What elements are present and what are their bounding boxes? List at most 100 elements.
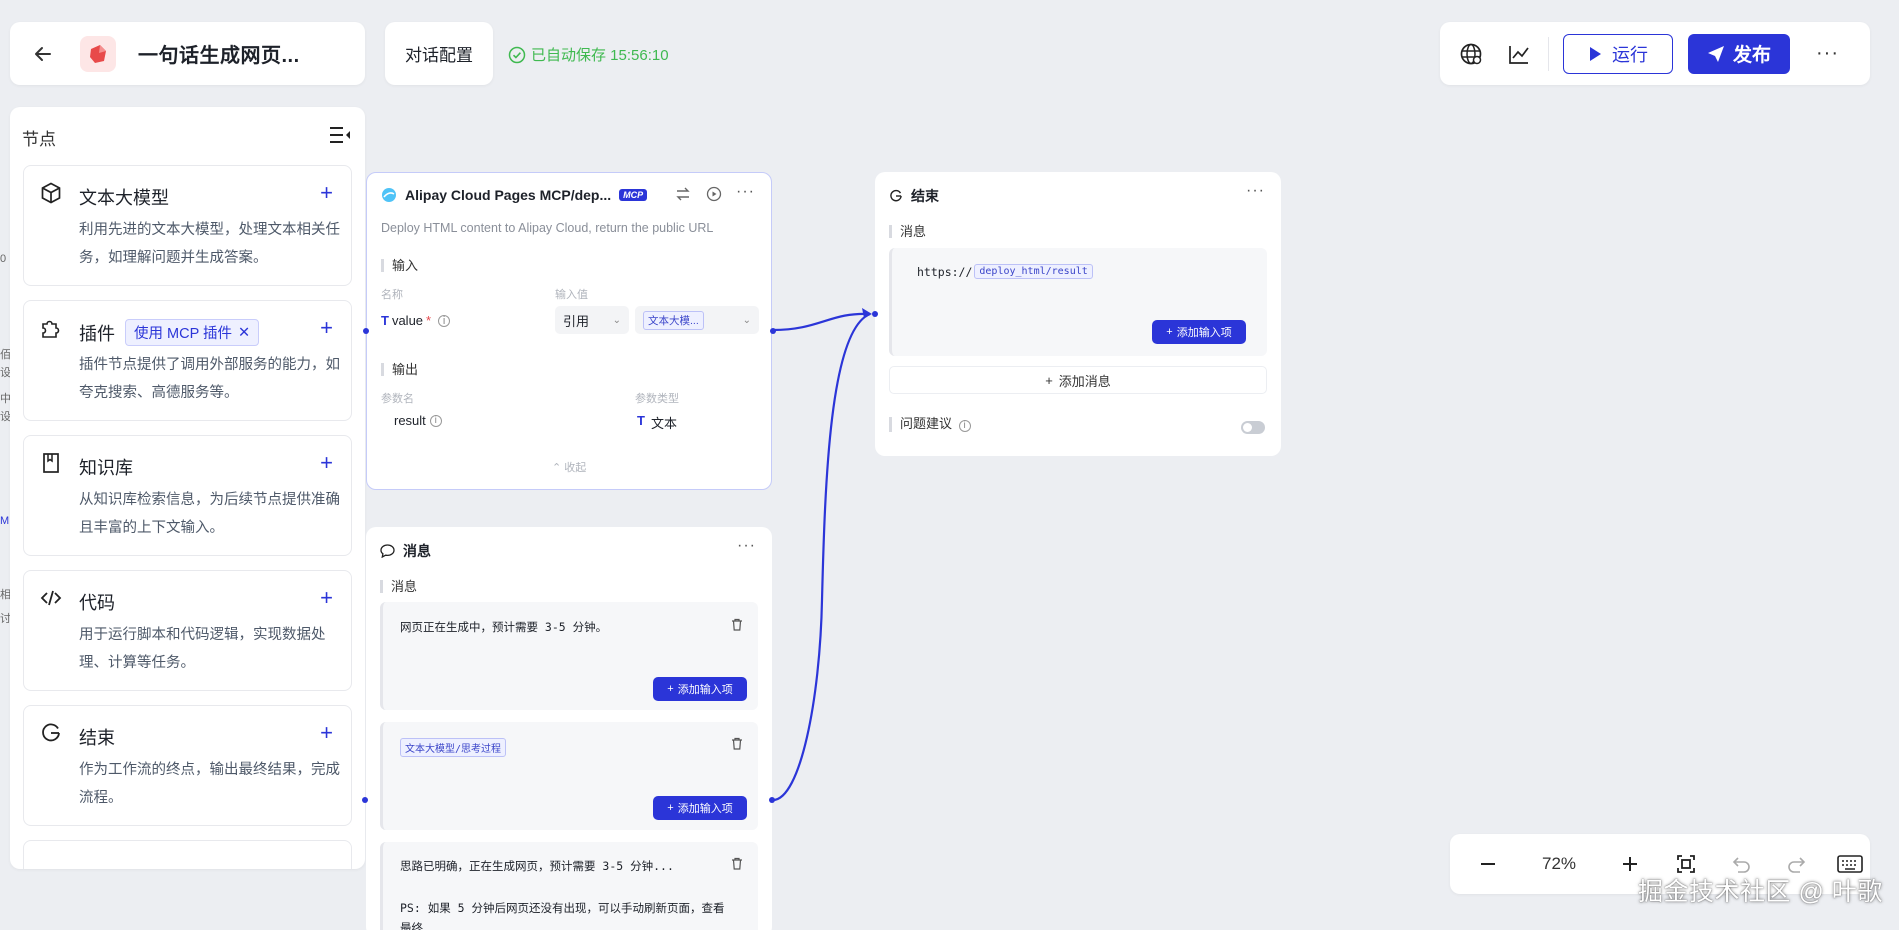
- input-port[interactable]: [362, 797, 368, 803]
- suggest-toggle[interactable]: [1241, 421, 1265, 434]
- node-more-menu[interactable]: ···: [737, 537, 756, 555]
- puzzle-icon: [40, 317, 64, 341]
- input-port[interactable]: [363, 328, 369, 334]
- sidebar-node-end[interactable]: 结束 + 作为工作流的终点，输出最终结果，完成流程。: [23, 705, 352, 826]
- output-type: T 文本: [637, 413, 677, 432]
- node-title: 结束: [79, 728, 115, 748]
- run-button[interactable]: 运行: [1563, 33, 1673, 74]
- node-description: Deploy HTML content to Alipay Cloud, ret…: [381, 221, 714, 235]
- output-type-value: 文本: [650, 416, 677, 431]
- sidebar-node-knowledge[interactable]: 知识库 + 从知识库检索信息，为后续节点提供准确且丰富的上下文输入。: [23, 435, 352, 556]
- input-port[interactable]: [872, 311, 878, 317]
- run-label: 运行: [1612, 44, 1648, 65]
- info-icon[interactable]: i: [429, 414, 442, 427]
- output-section-label: 输出: [381, 363, 418, 376]
- mcp-plugin-node[interactable]: Alipay Cloud Pages MCP/dep... MCP ··· De…: [363, 172, 776, 490]
- autosave-status: 已自动保存 15:56:10: [508, 44, 669, 65]
- trend-chart-icon[interactable]: [1502, 37, 1536, 71]
- check-circle-icon: [508, 46, 526, 63]
- add-input-button[interactable]: + 添加输入项: [653, 677, 747, 701]
- info-icon[interactable]: i: [438, 314, 451, 327]
- alipay-cloud-icon: [382, 188, 396, 202]
- add-input-button[interactable]: + 添加输入项: [653, 796, 747, 820]
- add-input-label: 添加输入项: [677, 803, 733, 815]
- cube-icon: [40, 182, 64, 206]
- plus-icon: +: [1045, 372, 1053, 388]
- more-menu-button[interactable]: ···: [1816, 42, 1839, 65]
- message-editor[interactable]: 思路已明确，正在生成网页，预计需要 3-5 分钟... PS: 如果 5 分钟后…: [380, 842, 758, 930]
- fragment-text: M: [0, 515, 10, 527]
- message-editor[interactable]: https:// deploy_html/result + 添加输入项: [889, 248, 1267, 356]
- plus-icon: +: [1166, 326, 1173, 338]
- variable-tag: deploy_html/result: [974, 264, 1093, 279]
- end-node[interactable]: 结束 ··· 消息 https:// deploy_html/result + …: [872, 172, 1281, 456]
- col-param-name-label: 参数名: [381, 393, 414, 405]
- info-icon[interactable]: i: [958, 419, 971, 432]
- node-header: 结束: [889, 186, 939, 206]
- sidebar-node-plugin[interactable]: 插件 使用 MCP 插件 ✕ + 插件节点提供了调用外部服务的能力，如夸克搜索、…: [23, 300, 352, 421]
- close-icon[interactable]: ✕: [238, 325, 250, 341]
- output-port[interactable]: [770, 328, 776, 334]
- add-node-button[interactable]: +: [320, 585, 333, 611]
- sidebar-node-code[interactable]: 代码 + 用于运行脚本和代码逻辑，实现数据处理、计算等任务。: [23, 570, 352, 691]
- add-node-button[interactable]: +: [320, 720, 333, 746]
- node-desc: 作为工作流的终点，输出最终结果，完成流程。: [79, 762, 340, 806]
- chevron-up-icon: ⌃: [552, 462, 562, 474]
- collapse-sidebar-icon[interactable]: [329, 126, 351, 149]
- trash-icon[interactable]: [731, 857, 745, 871]
- trash-icon[interactable]: [731, 618, 745, 632]
- message-section-label: 消息: [380, 580, 417, 593]
- output-row: result i: [394, 413, 442, 428]
- node-header: 消息: [380, 541, 431, 561]
- mcp-plugin-tag[interactable]: 使用 MCP 插件 ✕: [125, 319, 260, 346]
- node-desc: 用于运行脚本和代码逻辑，实现数据处理、计算等任务。: [79, 627, 326, 671]
- watermark: 掘金技术社区 @ 叶歌: [1638, 878, 1883, 906]
- sidebar-node-partial[interactable]: [23, 840, 352, 869]
- add-input-label: 添加输入项: [677, 684, 733, 696]
- add-node-button[interactable]: +: [320, 315, 333, 341]
- node-title: 代码: [79, 593, 115, 613]
- publish-button[interactable]: 发布: [1688, 33, 1790, 74]
- ref-type-select[interactable]: 引用 ⌄: [555, 306, 629, 334]
- output-port[interactable]: [769, 797, 775, 803]
- trash-icon[interactable]: [731, 737, 745, 751]
- code-icon: [40, 587, 64, 611]
- node-more-menu[interactable]: ···: [736, 183, 755, 201]
- switch-icon[interactable]: [675, 187, 691, 206]
- sidebar-header: 节点: [10, 107, 365, 150]
- edge-msg-to-end: [772, 312, 871, 802]
- back-arrow-icon[interactable]: [30, 41, 56, 67]
- add-node-button[interactable]: +: [320, 450, 333, 476]
- output-name: result: [394, 413, 426, 428]
- sidebar-node-llm[interactable]: 文本大模型 + 利用先进的文本大模型，处理文本相关任务，如理解问题并生成答案。: [23, 165, 352, 286]
- add-message-button[interactable]: + 添加消息: [889, 366, 1267, 394]
- globe-icon[interactable]: [1454, 37, 1488, 71]
- node-title: 文本大模型: [79, 188, 169, 208]
- ref-value-select[interactable]: 文本大模... ⌄: [635, 306, 759, 334]
- add-input-button[interactable]: + 添加输入项: [1152, 320, 1246, 344]
- app-logo-icon: [80, 35, 116, 72]
- app-title-card: 一句话生成网页...: [10, 22, 365, 85]
- chevron-down-icon: ⌄: [612, 314, 621, 326]
- content-prefix: https://: [917, 264, 973, 279]
- arrowhead: [862, 308, 872, 318]
- dialog-config-button[interactable]: 对话配置: [385, 22, 493, 85]
- col-name-label: 名称: [381, 289, 403, 301]
- mcp-badge: MCP: [619, 189, 648, 201]
- message-node[interactable]: 消息 ··· 消息 网页正在生成中，预计需要 3-5 分钟。 + 添加输入项 文…: [362, 527, 775, 930]
- message-editor[interactable]: 网页正在生成中，预计需要 3-5 分钟。 + 添加输入项: [380, 602, 758, 710]
- message-editor[interactable]: 文本大模型/思考过程 + 添加输入项: [380, 722, 758, 830]
- zoom-level[interactable]: 72%: [1506, 854, 1612, 874]
- text-type-icon: T: [381, 313, 389, 328]
- collapse-button[interactable]: ⌃ 收起: [552, 459, 586, 475]
- run-node-icon[interactable]: [706, 186, 722, 207]
- param-name: value: [391, 313, 424, 328]
- zoom-out-button[interactable]: [1470, 846, 1506, 882]
- input-section-label: 输入: [381, 259, 418, 272]
- play-icon: [1590, 46, 1601, 61]
- add-node-button[interactable]: +: [320, 180, 333, 206]
- message-text: 网页正在生成中，预计需要 3-5 分钟。: [400, 620, 608, 634]
- col-param-type-label: 参数类型: [635, 393, 679, 405]
- node-more-menu[interactable]: ···: [1246, 182, 1265, 200]
- autosave-text: 已自动保存 15:56:10: [531, 47, 669, 64]
